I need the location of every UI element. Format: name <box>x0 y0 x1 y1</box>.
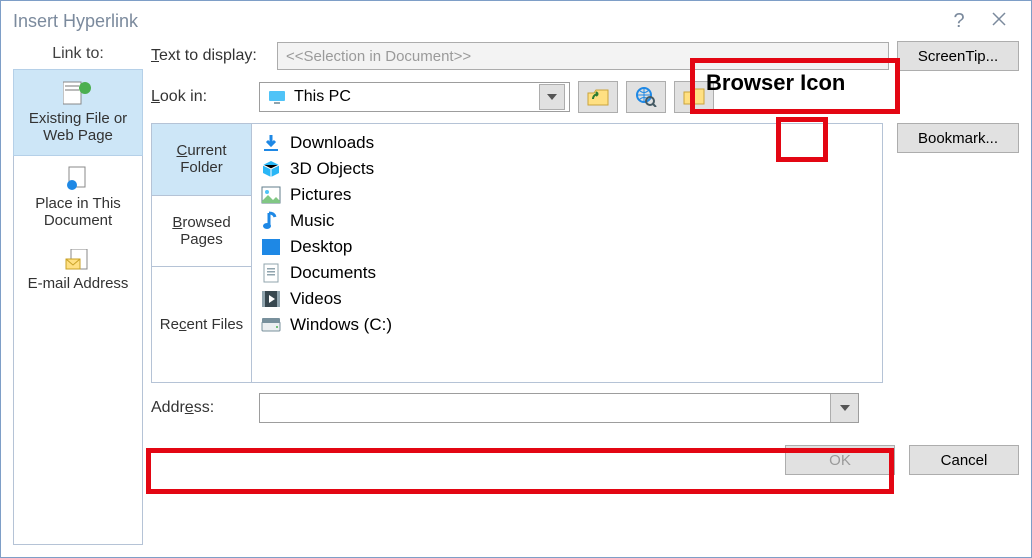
screentip-button[interactable]: ScreenTip... <box>897 41 1019 71</box>
file-item-label: Documents <box>290 263 376 283</box>
documents-icon <box>260 262 282 284</box>
music-icon <box>260 210 282 232</box>
linkto-item-label: Place in This Document <box>35 195 121 229</box>
browse-tabs: CurrentFolder BrowsedPages Recent Files <box>152 124 252 382</box>
insert-hyperlink-dialog: Insert Hyperlink ? Link to: Existing Fil… <box>0 0 1032 558</box>
help-button[interactable]: ? <box>939 10 979 33</box>
file-item[interactable]: 3D Objects <box>260 156 874 182</box>
close-button[interactable] <box>979 10 1019 33</box>
tab-browsed-pages[interactable]: BrowsedPages <box>152 196 251 268</box>
linkto-email-address[interactable]: E-mail Address <box>14 239 142 302</box>
ok-button[interactable]: OK <box>785 445 895 475</box>
text-to-display-field: <<Selection in Document>> <box>277 42 889 70</box>
browse-area: CurrentFolder BrowsedPages Recent Files … <box>151 123 883 383</box>
browse-web-button[interactable] <box>626 81 666 113</box>
file-item-label: Videos <box>290 289 342 309</box>
dialog-title: Insert Hyperlink <box>13 11 138 32</box>
download-icon <box>260 132 282 154</box>
browse-file-button[interactable] <box>674 81 714 113</box>
tab-current-folder[interactable]: CurrentFolder <box>152 124 251 196</box>
look-in-dropdown-button[interactable] <box>539 84 565 110</box>
folder-up-icon <box>587 87 609 107</box>
browse-file-icon <box>683 88 705 106</box>
pictures-icon <box>260 184 282 206</box>
mail-icon <box>65 249 91 271</box>
file-item-label: Desktop <box>290 237 352 257</box>
file-item-label: Windows (C:) <box>290 315 392 335</box>
chevron-down-icon <box>840 405 850 411</box>
file-item[interactable]: Windows (C:) <box>260 312 874 338</box>
text-to-display-label: Text to display: <box>151 47 269 65</box>
file-item-label: Music <box>290 211 334 231</box>
drive-icon <box>260 314 282 336</box>
link-to-panel: Link to: Existing File or Web Page Place… <box>13 41 143 545</box>
linkto-item-label: Existing File or Web Page <box>29 110 127 144</box>
address-combo[interactable] <box>259 393 859 423</box>
linkto-existing-file[interactable]: Existing File or Web Page <box>13 69 143 156</box>
linkto-place-in-doc[interactable]: Place in This Document <box>14 155 142 240</box>
address-dropdown-button[interactable] <box>830 394 858 422</box>
cancel-button[interactable]: Cancel <box>909 445 1019 475</box>
file-item[interactable]: Pictures <box>260 182 874 208</box>
linkto-item-label: E-mail Address <box>28 275 129 292</box>
titlebar: Insert Hyperlink ? <box>1 1 1031 41</box>
cube-icon <box>260 158 282 180</box>
file-list[interactable]: Downloads 3D Objects Pictures Music Desktop D… <box>252 124 882 382</box>
link-to-header: Link to: <box>13 41 143 69</box>
file-item-label: Downloads <box>290 133 374 153</box>
look-in-combo[interactable]: This PC <box>259 82 570 112</box>
file-item-label: Pictures <box>290 185 351 205</box>
file-item[interactable]: Music <box>260 208 874 234</box>
file-item[interactable]: Videos <box>260 286 874 312</box>
chevron-down-icon <box>547 94 557 100</box>
look-in-label: Look in: <box>151 88 251 106</box>
this-pc-icon <box>268 90 286 104</box>
bookmark-button[interactable]: Bookmark... <box>897 123 1019 153</box>
desktop-icon <box>260 236 282 258</box>
browse-web-icon <box>635 87 657 107</box>
file-item[interactable]: Desktop <box>260 234 874 260</box>
tab-recent-files[interactable]: Recent Files <box>152 267 251 382</box>
look-in-value: This PC <box>294 88 351 106</box>
file-item[interactable]: Documents <box>260 260 874 286</box>
videos-icon <box>260 288 282 310</box>
up-one-level-button[interactable] <box>578 81 618 113</box>
globe-page-icon <box>63 80 93 106</box>
file-item[interactable]: Downloads <box>260 130 874 156</box>
file-item-label: 3D Objects <box>290 159 374 179</box>
address-label: Address: <box>151 399 251 417</box>
address-input[interactable] <box>260 394 830 422</box>
doc-place-icon <box>65 165 91 191</box>
